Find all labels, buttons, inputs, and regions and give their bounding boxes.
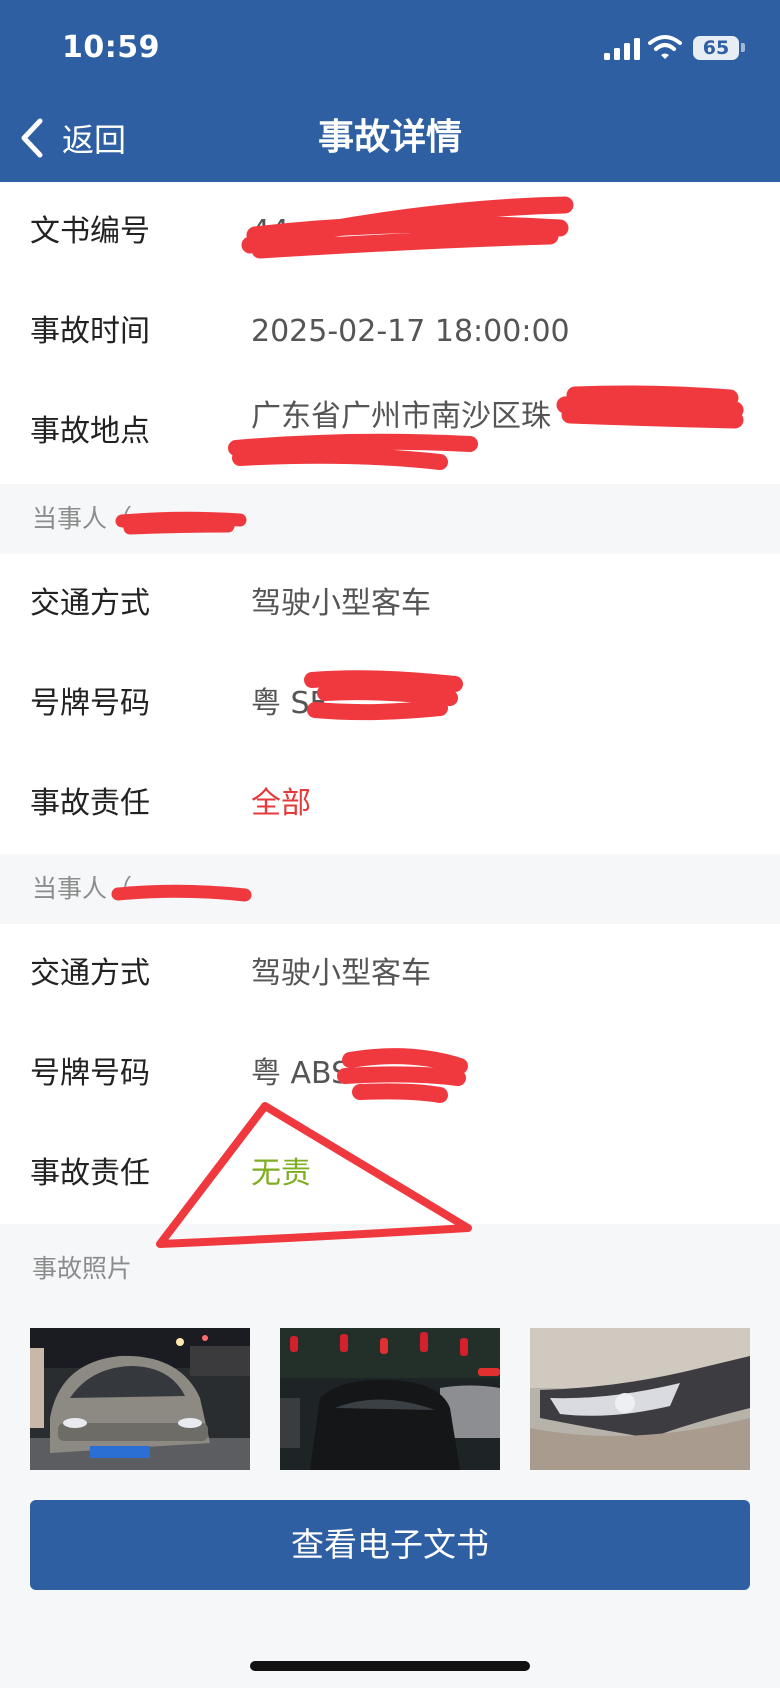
party1-header-label: 当事人（ bbox=[32, 504, 133, 533]
party1-liability-value: 全部 bbox=[251, 786, 311, 821]
photos-header: 事故照片 bbox=[0, 1234, 780, 1304]
party2-transport-row: 交通方式 驾驶小型客车 bbox=[0, 924, 780, 1024]
cellular-signal-icon bbox=[604, 38, 640, 60]
status-time: 10:59 bbox=[62, 30, 160, 65]
doc-number-label: 文书编号 bbox=[30, 214, 150, 249]
party1-plate-label: 号牌号码 bbox=[30, 686, 150, 721]
accident-photo-3[interactable] bbox=[530, 1328, 750, 1470]
party1-plate-value: 粤 SF bbox=[251, 686, 327, 721]
battery-tip bbox=[741, 43, 745, 52]
party2-liability-row: 事故责任 无责 bbox=[0, 1124, 780, 1224]
party2-liability-value: 无责 bbox=[251, 1156, 311, 1191]
accident-place-row: 事故地点 广东省广州市南沙区珠 bbox=[0, 382, 780, 482]
accident-place-value: 广东省广州市南沙区珠 bbox=[251, 399, 551, 434]
accident-photo-1[interactable] bbox=[30, 1328, 250, 1470]
accident-info-section: 文书编号 44 事故时间 2025-02-17 18:00:00 事故地点 广东… bbox=[0, 182, 780, 484]
navigation-header: 10:59 65 返回 事故详情 bbox=[0, 0, 780, 182]
accident-time-row: 事故时间 2025-02-17 18:00:00 bbox=[0, 282, 780, 382]
party1-header: 当事人（ bbox=[0, 484, 780, 554]
page-title: 事故详情 bbox=[317, 117, 462, 158]
party2-transport-label: 交通方式 bbox=[30, 956, 150, 991]
party1-transport-label: 交通方式 bbox=[30, 586, 150, 621]
party2-plate-value: 粤 ABS bbox=[251, 1056, 351, 1091]
home-indicator[interactable] bbox=[250, 1661, 530, 1671]
party2-header-label: 当事人（ bbox=[32, 874, 133, 903]
accident-time-value: 2025-02-17 18:00:00 bbox=[251, 314, 570, 349]
wifi-icon bbox=[648, 35, 682, 59]
party2-header: 当事人（ bbox=[0, 854, 780, 924]
party1-liability-row: 事故责任 全部 bbox=[0, 754, 780, 854]
party2-liability-label: 事故责任 bbox=[30, 1156, 150, 1191]
battery-icon: 65 bbox=[693, 36, 739, 60]
photos-header-label: 事故照片 bbox=[32, 1254, 133, 1283]
party2-plate-label: 号牌号码 bbox=[30, 1056, 150, 1091]
party1-liability-label: 事故责任 bbox=[30, 786, 150, 821]
accident-photo-2[interactable] bbox=[280, 1328, 500, 1470]
party1-transport-row: 交通方式 驾驶小型客车 bbox=[0, 554, 780, 654]
accident-place-label: 事故地点 bbox=[30, 414, 150, 449]
party1-transport-value: 驾驶小型客车 bbox=[251, 586, 431, 621]
party1-section: 交通方式 驾驶小型客车 号牌号码 粤 SF 事故责任 全部 bbox=[0, 554, 780, 854]
party2-transport-value: 驾驶小型客车 bbox=[251, 956, 431, 991]
doc-number-value: 44 bbox=[251, 214, 290, 249]
party2-section: 交通方式 驾驶小型客车 号牌号码 粤 ABS 事故责任 无责 bbox=[0, 924, 780, 1224]
party1-plate-row: 号牌号码 粤 SF bbox=[0, 654, 780, 754]
view-e-document-button[interactable]: 查看电子文书 bbox=[30, 1500, 750, 1590]
doc-number-row: 文书编号 44 bbox=[0, 182, 780, 282]
party2-plate-row: 号牌号码 粤 ABS bbox=[0, 1024, 780, 1124]
accident-time-label: 事故时间 bbox=[30, 314, 150, 349]
